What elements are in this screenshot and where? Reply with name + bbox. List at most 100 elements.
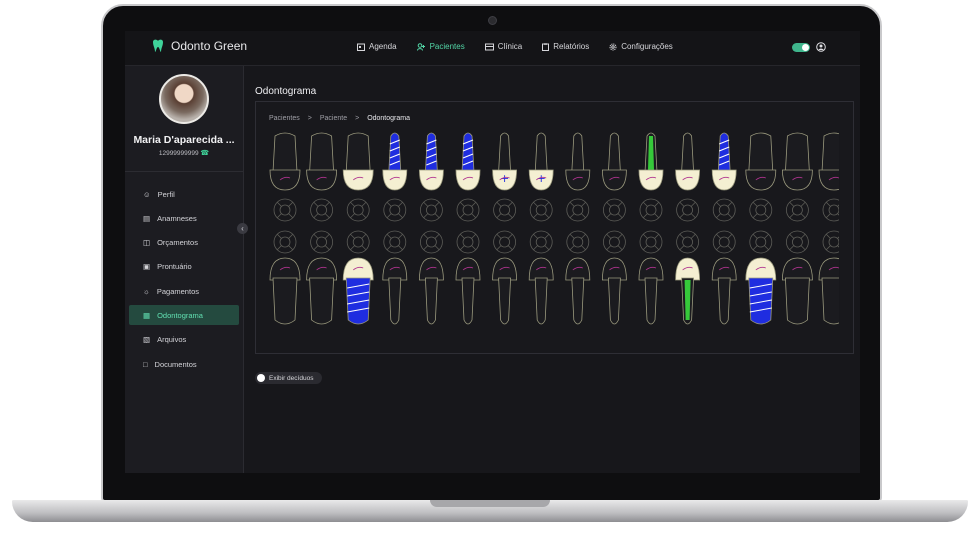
odontogram-panel: Pacientes > Paciente > Odontograma + +: [255, 101, 854, 354]
occlusal-surface[interactable]: [749, 230, 773, 254]
upper-tooth[interactable]: [455, 132, 481, 191]
occlusal-surface[interactable]: [822, 230, 839, 254]
occlusal-surface[interactable]: [493, 230, 517, 254]
nav-configuracoes[interactable]: Configurações: [609, 42, 673, 51]
occlusal-surface[interactable]: [456, 230, 480, 254]
sidebar-item-perfil[interactable]: ☺ Perfil: [129, 184, 239, 204]
surface-divider: [789, 201, 795, 207]
upper-tooth[interactable]: [818, 132, 839, 191]
occlusal-surface[interactable]: [419, 230, 443, 254]
account-icon[interactable]: [816, 42, 826, 52]
occlusal-surface[interactable]: [676, 230, 700, 254]
upper-tooth[interactable]: [418, 132, 444, 191]
lower-tooth[interactable]: [342, 257, 374, 325]
lower-tooth[interactable]: [711, 257, 737, 325]
lower-tooth[interactable]: [675, 257, 701, 325]
lower-tooth[interactable]: [455, 257, 481, 325]
brand[interactable]: Odonto Green: [151, 39, 247, 53]
upper-tooth[interactable]: +: [528, 132, 554, 191]
upper-tooth[interactable]: [342, 132, 374, 191]
tooth-crown: [269, 257, 301, 281]
sidebar-item-odontograma[interactable]: ▦ Odontograma: [129, 305, 239, 326]
occlusal-surface[interactable]: [310, 198, 333, 222]
lower-tooth[interactable]: [492, 257, 518, 325]
sidebar-item-pagamentos[interactable]: ☼ Pagamentos: [129, 281, 239, 301]
lower-tooth[interactable]: [269, 257, 301, 325]
lower-tooth[interactable]: [418, 257, 444, 325]
occlusal-surface[interactable]: [529, 198, 553, 222]
surface-divider: [679, 201, 685, 207]
upper-tooth[interactable]: [306, 132, 338, 191]
lower-tooth[interactable]: [601, 257, 627, 325]
occlusal-surface[interactable]: [273, 230, 297, 254]
tooth-root: [681, 132, 695, 173]
nav-agenda[interactable]: Agenda: [357, 42, 397, 51]
upper-tooth[interactable]: [565, 132, 591, 191]
lower-tooth[interactable]: [781, 257, 813, 325]
tooth-root: [784, 132, 810, 173]
sidebar-item-anamneses[interactable]: ▤ Anamneses: [129, 208, 239, 228]
sidebar-item-label: Orçamentos: [157, 238, 198, 248]
theme-toggle[interactable]: [792, 42, 810, 52]
occlusal-surface[interactable]: [822, 198, 839, 222]
occlusal-surface[interactable]: [383, 198, 407, 222]
surface-divider: [825, 213, 831, 219]
upper-tooth[interactable]: [781, 132, 813, 191]
whatsapp-icon[interactable]: ☎: [200, 150, 209, 157]
occlusal-surface[interactable]: [566, 230, 590, 254]
occlusal-surface[interactable]: [712, 198, 736, 222]
lower-tooth[interactable]: [306, 257, 338, 325]
occlusal-surface[interactable]: [639, 198, 663, 222]
upper-tooth[interactable]: [601, 132, 627, 191]
lower-tooth[interactable]: [382, 257, 408, 325]
occlusal-surface[interactable]: [639, 230, 663, 254]
upper-tooth[interactable]: [638, 132, 664, 191]
upper-tooth[interactable]: +: [492, 132, 518, 191]
occlusal-surface[interactable]: [493, 198, 517, 222]
deciduous-toggle[interactable]: Exibir decíduos: [255, 372, 323, 384]
toggle-knob: [257, 374, 265, 382]
surface-divider: [313, 245, 319, 251]
lower-tooth[interactable]: [745, 257, 777, 325]
tooth-crown: [781, 169, 813, 191]
sidebar-item-arquivos[interactable]: ▧ Arquivos: [129, 330, 239, 350]
nav-pacientes[interactable]: Pacientes: [416, 42, 465, 51]
upper-tooth[interactable]: [745, 132, 777, 191]
lower-tooth[interactable]: [565, 257, 591, 325]
occlusal-surface[interactable]: [529, 230, 553, 254]
occlusal-surface[interactable]: [786, 198, 809, 222]
surface-divider: [715, 233, 721, 239]
breadcrumb-item[interactable]: Paciente: [320, 115, 347, 122]
upper-tooth[interactable]: [382, 132, 408, 191]
occlusal-surface[interactable]: [456, 198, 480, 222]
lower-tooth[interactable]: [818, 257, 839, 325]
upper-tooth[interactable]: [269, 132, 301, 191]
occlusal-surface[interactable]: [346, 198, 370, 222]
occlusal-surface[interactable]: [419, 198, 443, 222]
occlusal-surface[interactable]: [383, 230, 407, 254]
occlusal-surface[interactable]: [712, 230, 736, 254]
surface-divider: [800, 201, 806, 207]
nav-clinica[interactable]: Clínica: [484, 42, 522, 51]
nav-relatorios[interactable]: Relatórios: [542, 42, 589, 51]
occlusal-surface[interactable]: [346, 230, 370, 254]
surface-divider: [581, 233, 587, 239]
breadcrumb-item[interactable]: Pacientes: [269, 115, 300, 122]
occlusal-surface[interactable]: [602, 230, 626, 254]
occlusal-surface[interactable]: [676, 198, 700, 222]
occlusal-surface[interactable]: [749, 198, 773, 222]
upper-tooth[interactable]: [711, 132, 737, 191]
upper-tooth[interactable]: [675, 132, 701, 191]
sidebar-item-prontuario[interactable]: ▣ Prontuário: [129, 257, 239, 277]
occlusal-surface[interactable]: [310, 230, 333, 254]
sidebar-item-orcamentos[interactable]: ◫ Orçamentos: [129, 233, 239, 253]
surface-divider: [507, 213, 513, 219]
occlusal-surface[interactable]: [786, 230, 809, 254]
lower-tooth[interactable]: [528, 257, 554, 325]
occlusal-surface[interactable]: [273, 198, 297, 222]
sidebar-item-documentos[interactable]: □ Documentos: [129, 354, 239, 374]
occlusal-surface[interactable]: [566, 198, 590, 222]
lower-tooth[interactable]: [638, 257, 664, 325]
occlusal-surface[interactable]: [602, 198, 626, 222]
surface-divider: [642, 233, 648, 239]
